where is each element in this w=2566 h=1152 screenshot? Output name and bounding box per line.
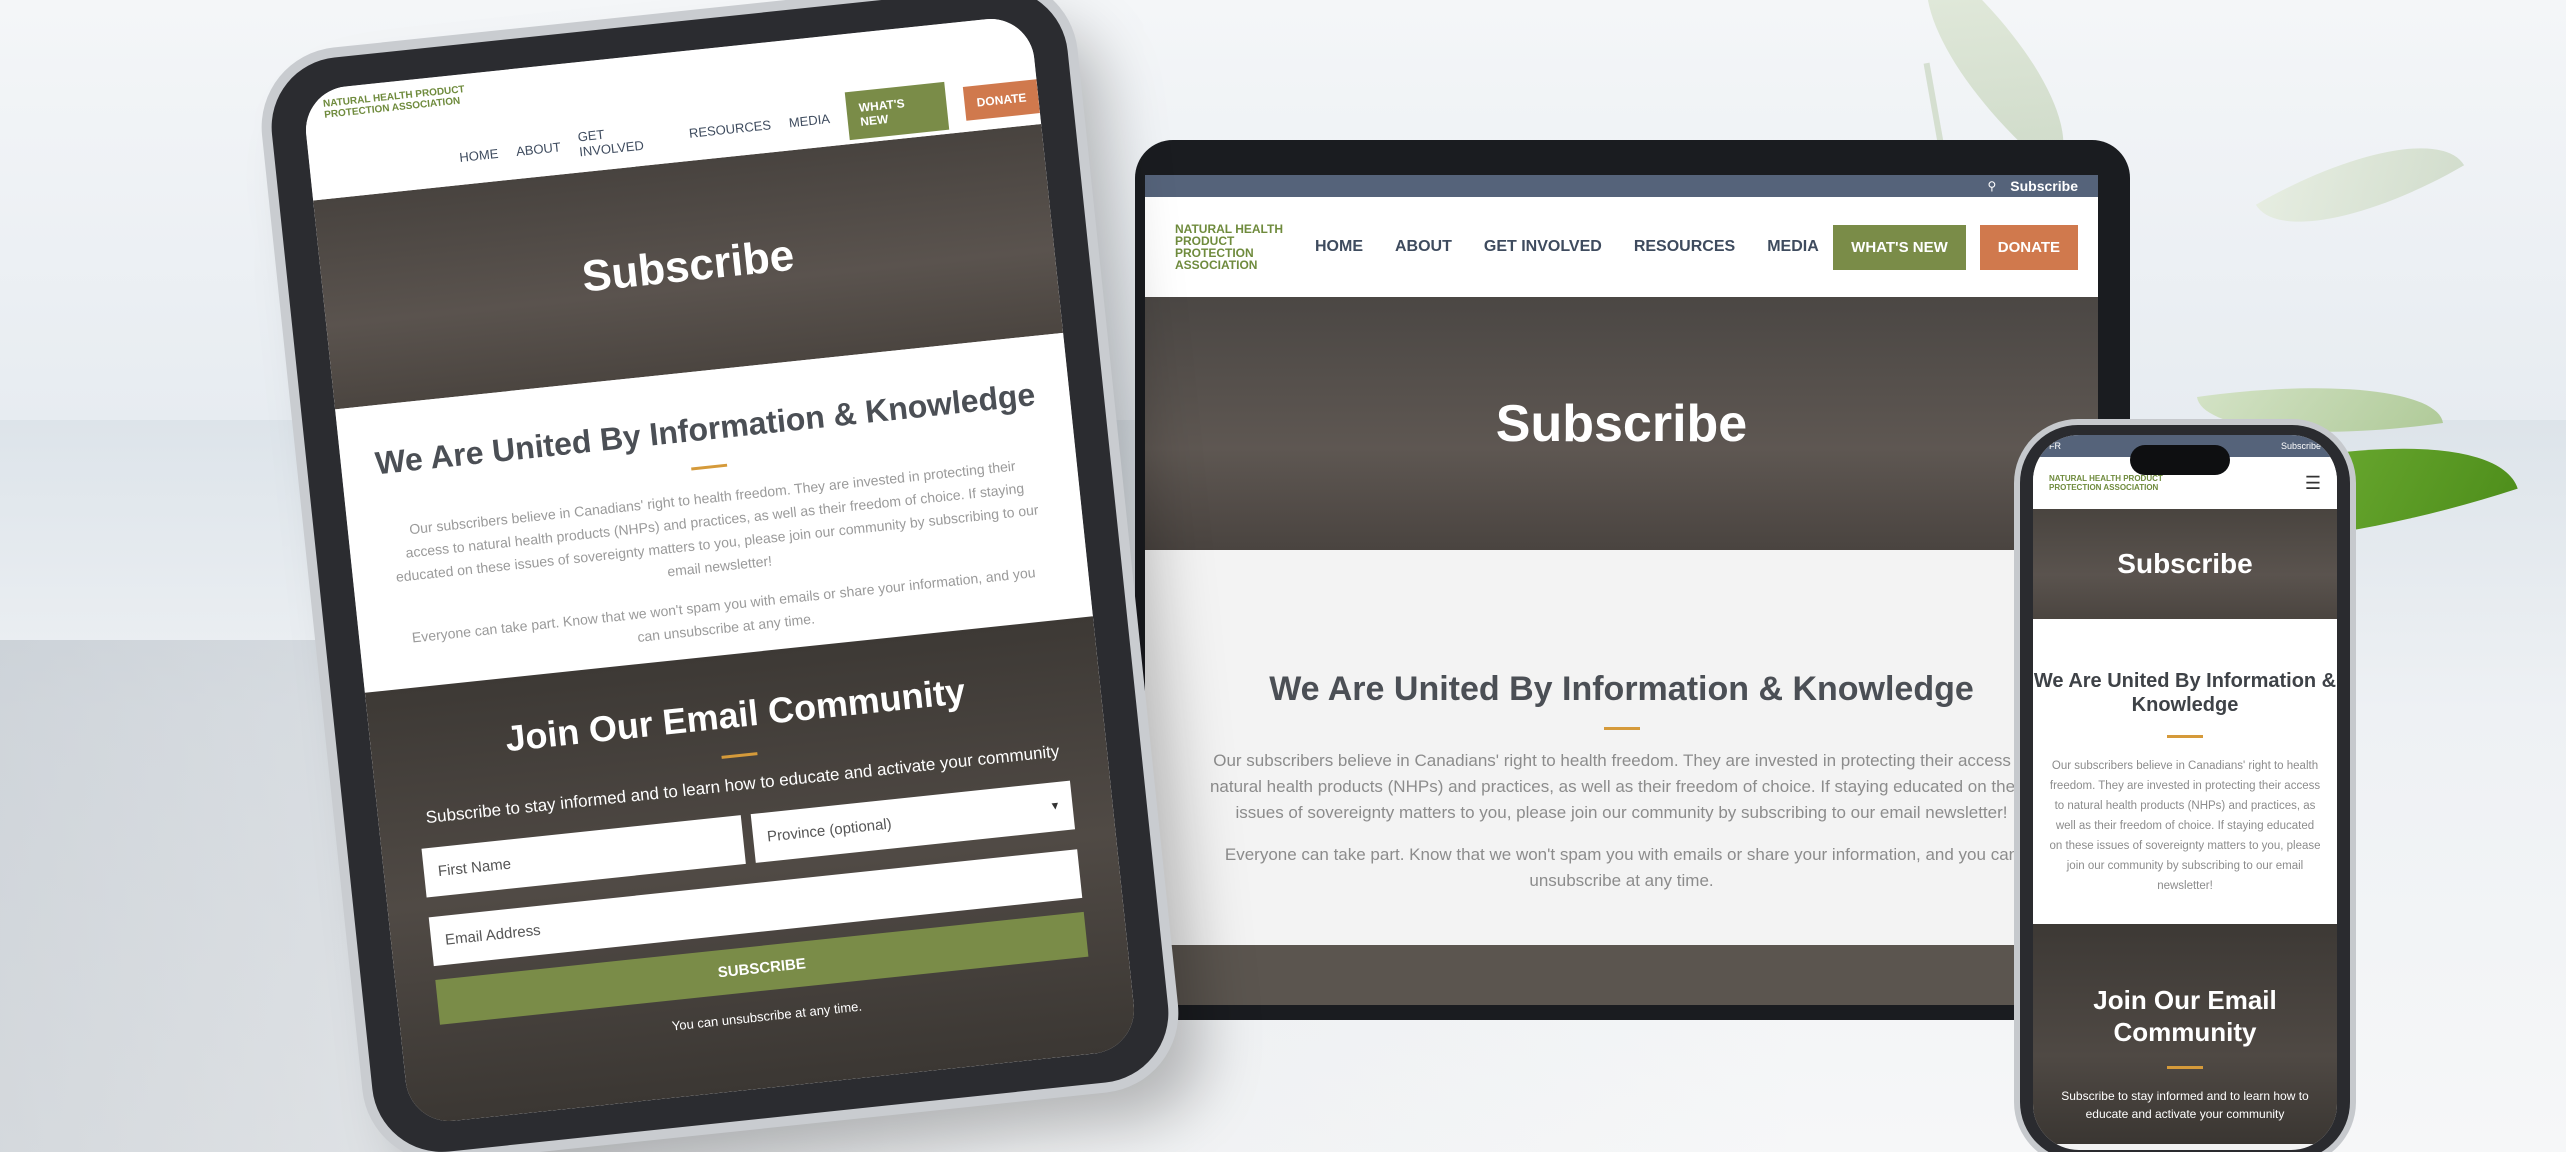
join-section-preview (1145, 945, 2098, 1005)
top-bar: ⚲ Subscribe (1145, 175, 2098, 197)
province-select[interactable]: Province (optional) ▼ (750, 780, 1076, 863)
accent-divider (2167, 1066, 2203, 1069)
info-paragraph-1: Our subscribers believe in Canadians' ri… (2049, 760, 2321, 892)
whats-new-button[interactable]: WHAT'S NEW (845, 81, 950, 141)
hero-title: Subscribe (579, 230, 797, 302)
accent-divider (2167, 735, 2203, 738)
province-select-label: Province (optional) (766, 815, 893, 846)
join-subtitle: Subscribe to stay informed and to learn … (2061, 1089, 2309, 1121)
main-nav: HOME ABOUT GET INVOLVED RESOURCES MEDIA (1315, 238, 1819, 256)
phone-screen: FR Subscribe NATURAL HEALTH PRODUCT PROT… (2033, 435, 2337, 1150)
whats-new-button[interactable]: WHAT'S NEW (1833, 224, 1966, 270)
site-logo[interactable]: NATURAL HEALTH PRODUCT PROTECTION ASSOCI… (2049, 474, 2189, 492)
hamburger-menu-icon[interactable]: ☰ (2305, 473, 2321, 494)
first-name-field[interactable]: First Name (421, 815, 746, 898)
donate-button[interactable]: DONATE (1979, 224, 2078, 270)
accent-divider (691, 463, 728, 471)
hero-title: Subscribe (2117, 548, 2253, 579)
mockup-scene: ⚲ Subscribe NATURAL HEALTH PRODUCT PROTE… (0, 0, 2566, 1152)
info-heading: We Are United By Information & Knowledge (1269, 670, 1974, 708)
phone-notch (2130, 445, 2230, 475)
info-heading: We Are United By Information & Knowledge (2033, 670, 2337, 716)
nav-get-involved[interactable]: GET INVOLVED (577, 120, 673, 160)
header-buttons: WHAT'S NEW DONATE (1833, 224, 2078, 270)
nav-home[interactable]: HOME (1315, 238, 1363, 256)
nav-media[interactable]: MEDIA (1767, 238, 1819, 256)
join-section: Join Our Email Community Subscribe to st… (2033, 924, 2337, 1144)
info-section: We Are United By Information & Knowledge… (2033, 619, 2337, 924)
info-paragraph-1: Our subscribers believe in Canadians' ri… (1209, 751, 2034, 822)
topbar-subscribe-link[interactable]: Subscribe (2281, 441, 2321, 451)
site-logo[interactable]: NATURAL HEALTH PRODUCT PROTECTION ASSOCI… (1175, 223, 1305, 271)
nav-resources[interactable]: RESOURCES (1634, 238, 1735, 256)
topbar-subscribe-link[interactable]: Subscribe (2010, 178, 2078, 194)
hero-title: Subscribe (1495, 394, 1748, 453)
accent-divider (721, 752, 758, 759)
join-section: Join Our Email Community Subscribe to st… (364, 616, 1139, 1126)
nav-get-involved[interactable]: GET INVOLVED (1484, 238, 1602, 256)
chevron-down-icon: ▼ (1049, 799, 1062, 813)
nav-about[interactable]: ABOUT (515, 139, 561, 159)
nav-resources[interactable]: RESOURCES (688, 117, 771, 141)
nav-about[interactable]: ABOUT (1395, 238, 1452, 256)
search-icon[interactable]: ⚲ (1988, 179, 1997, 193)
nav-home[interactable]: HOME (459, 145, 499, 164)
site-header: NATURAL HEALTH PRODUCT PROTECTION ASSOCI… (1145, 197, 2098, 297)
tablet-screen: NATURAL HEALTH PRODUCT PROTECTION ASSOCI… (301, 14, 1139, 1126)
laptop-screen: ⚲ Subscribe NATURAL HEALTH PRODUCT PROTE… (1145, 175, 2098, 1005)
tablet-device: NATURAL HEALTH PRODUCT PROTECTION ASSOCI… (264, 0, 1176, 1152)
hero-banner: Subscribe (1145, 297, 2098, 550)
nav-media[interactable]: MEDIA (788, 111, 831, 130)
info-section: We Are United By Information & Knowledge… (1145, 550, 2098, 945)
accent-divider (1603, 727, 1640, 730)
info-paragraph-2: Everyone can take part. Know that we won… (1224, 845, 2019, 890)
donate-button[interactable]: DONATE (963, 79, 1040, 121)
join-heading: Join Our Email Community (2093, 985, 2277, 1047)
hero-banner: Subscribe (2033, 509, 2337, 619)
